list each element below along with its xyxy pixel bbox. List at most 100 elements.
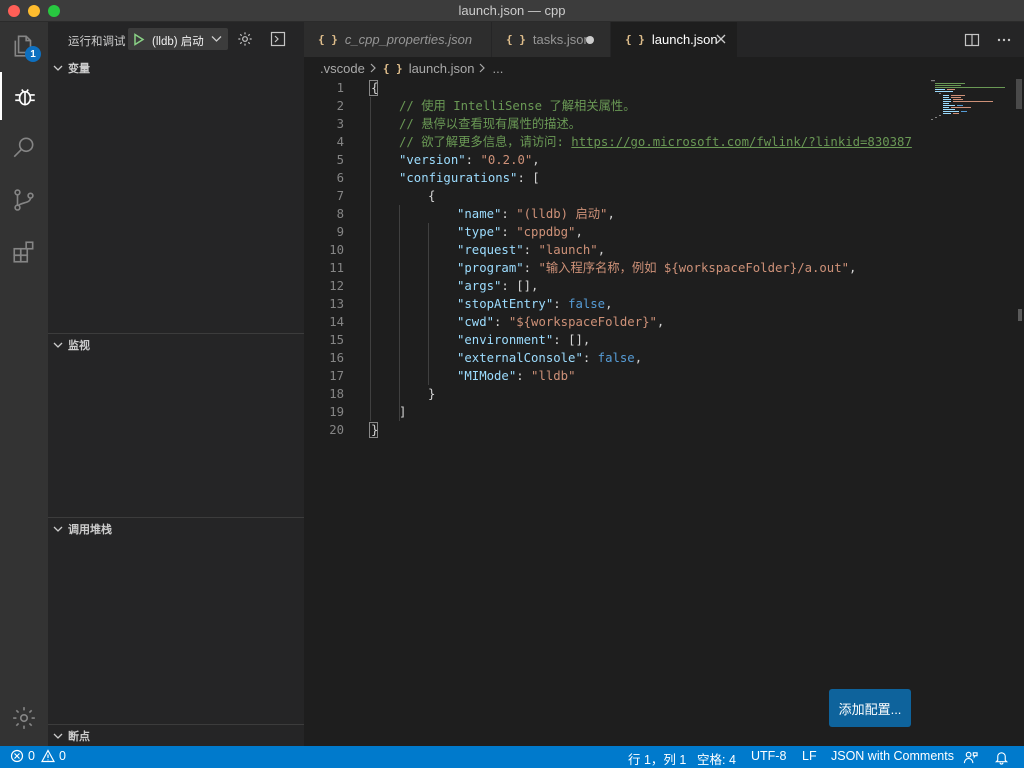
watch-section: 监视 [48, 333, 304, 356]
code-line[interactable]: 7{ [304, 187, 924, 205]
chevron-down-icon [53, 733, 67, 740]
code-line[interactable]: 5 "version": "0.2.0", [304, 151, 924, 169]
code-line[interactable]: 3 // 悬停以查看现有属性的描述。 [304, 115, 924, 133]
code-line[interactable]: 8 "name": "(lldb) 启动", [304, 205, 924, 223]
tab-label: c_cpp_properties.json [344, 32, 473, 47]
problems-indicator[interactable]: 0 0 [10, 749, 66, 763]
code-line[interactable]: 18} [304, 385, 924, 403]
json-key: "stopAtEntry" [457, 297, 554, 311]
code-line[interactable]: 13 "stopAtEntry": false, [304, 295, 924, 313]
end-of-line[interactable]: LF [802, 749, 817, 763]
breadcrumb-file[interactable]: launch.json [409, 61, 475, 76]
close-icon[interactable] [715, 33, 727, 45]
extensions-button[interactable] [0, 228, 48, 276]
editor-actions [964, 32, 1012, 48]
tab-c-cpp-properties[interactable]: { } c_cpp_properties.json [304, 22, 492, 57]
search-button[interactable] [0, 124, 48, 172]
watch-header[interactable]: 监视 [48, 334, 304, 356]
code-line[interactable]: 11 "program": "输入程序名称，例如 ${workspaceFolde… [304, 259, 924, 277]
json-key: "type" [457, 225, 502, 239]
play-icon[interactable] [133, 33, 145, 46]
activity-bar: 1 [0, 22, 48, 746]
title-bar: launch.json — cpp [0, 0, 1024, 22]
source-control-icon [14, 189, 34, 211]
vertical-scrollbar[interactable] [1010, 79, 1024, 746]
split-editor-icon[interactable] [964, 32, 980, 48]
breadcrumb-more[interactable]: ... [492, 61, 503, 76]
manage-button[interactable] [0, 694, 48, 742]
more-actions-icon[interactable] [996, 32, 1012, 48]
unsaved-dot-icon[interactable] [586, 36, 594, 44]
code-line[interactable]: 15 "environment": [], [304, 331, 924, 349]
variables-title: 变量 [68, 63, 90, 75]
json-file-icon: { } [382, 61, 403, 75]
code-line[interactable]: 19] [304, 403, 924, 421]
explorer-button[interactable]: 1 [0, 22, 48, 70]
add-configuration-button[interactable]: 添加配置... [829, 689, 911, 727]
source-control-button[interactable] [0, 176, 48, 224]
code-line[interactable]: 16 "externalConsole": false, [304, 349, 924, 367]
debug-config-label: (lldb) 启动 [152, 36, 204, 48]
docs-link[interactable]: https://go.microsoft.com/fwlink/?linkid=… [571, 135, 912, 149]
json-bracket: [ [532, 171, 540, 185]
tab-tasks[interactable]: { } tasks.json [492, 22, 611, 57]
code-line[interactable]: 17 "MIMode": "lldb" [304, 367, 924, 385]
json-boolean: false [568, 297, 606, 311]
code-line[interactable]: 6 "configurations": [ [304, 169, 924, 187]
breakpoints-section: 断点 [48, 724, 304, 747]
language-mode[interactable]: JSON with Comments [831, 749, 954, 763]
line-number: 10 [329, 243, 344, 257]
code-line[interactable]: 9 "type": "cppdbg", [304, 223, 924, 241]
code-line[interactable]: 4 // 欲了解更多信息，请访问: https://go.microsoft.co… [304, 133, 924, 151]
json-key: "args" [457, 279, 502, 293]
tab-launch[interactable]: { } launch.json [611, 22, 738, 57]
line-number: 13 [329, 297, 344, 311]
run-debug-button[interactable] [0, 72, 48, 120]
code-line[interactable]: 12 "args": [], [304, 277, 924, 295]
debug-console-icon[interactable] [270, 31, 286, 47]
scrollbar-thumb[interactable] [1018, 309, 1022, 321]
code-text: { [371, 81, 379, 95]
json-string: "launch" [538, 243, 598, 257]
gear-icon[interactable] [237, 31, 253, 47]
json-array: [] [568, 333, 583, 347]
breakpoints-title: 断点 [68, 731, 90, 743]
encoding[interactable]: UTF-8 [751, 749, 786, 763]
json-string: "cppdbg" [516, 225, 576, 239]
debug-config-select[interactable]: (lldb) 启动 [128, 28, 228, 50]
code-line[interactable]: 14 "cwd": "${workspaceFolder}", [304, 313, 924, 331]
callstack-header[interactable]: 调用堆栈 [48, 518, 304, 540]
line-number: 11 [329, 261, 344, 275]
indentation[interactable]: 空格: 4 [697, 749, 736, 768]
line-number: 5 [336, 153, 344, 167]
json-brace: } [371, 423, 379, 437]
code-line[interactable]: 2 // 使用 IntelliSense 了解相关属性。 [304, 97, 924, 115]
sidebar-title: 运行和调试 [68, 36, 126, 48]
chevron-down-icon [53, 526, 67, 533]
breakpoints-header[interactable]: 断点 [48, 725, 304, 747]
comment: // 使用 IntelliSense 了解相关属性。 [399, 99, 636, 113]
window-title: launch.json — cpp [458, 3, 566, 18]
feedback-icon[interactable] [963, 750, 978, 765]
breadcrumb: .vscode { } launch.json ... [304, 57, 1024, 79]
breadcrumb-folder[interactable]: .vscode [320, 61, 365, 76]
json-key: "externalConsole" [457, 351, 583, 365]
json-array: [] [516, 279, 532, 293]
code-line[interactable]: 10 "request": "launch", [304, 241, 924, 259]
json-file-icon: { } [625, 33, 645, 46]
line-number: 20 [329, 423, 344, 437]
code-line[interactable]: 20} [304, 421, 924, 439]
line-number: 4 [336, 135, 344, 149]
variables-header[interactable]: 变量 [48, 57, 304, 79]
code-editor[interactable]: 1{ 2// 使用 IntelliSense 了解相关属性。 3// 悬停以查看… [304, 79, 1024, 746]
line-number: 8 [336, 207, 344, 221]
gear-icon [13, 707, 35, 729]
comment: // 欲了解更多信息，请访问: [399, 135, 572, 149]
cursor-position[interactable]: 行 1，列 1 [628, 749, 686, 768]
tab-label: tasks.json [532, 32, 591, 47]
minimap[interactable] [929, 79, 1019, 139]
bell-icon[interactable] [994, 750, 1009, 765]
chevron-right-icon [480, 63, 486, 73]
code-line[interactable]: 1{ [304, 79, 924, 97]
error-icon [10, 749, 24, 763]
